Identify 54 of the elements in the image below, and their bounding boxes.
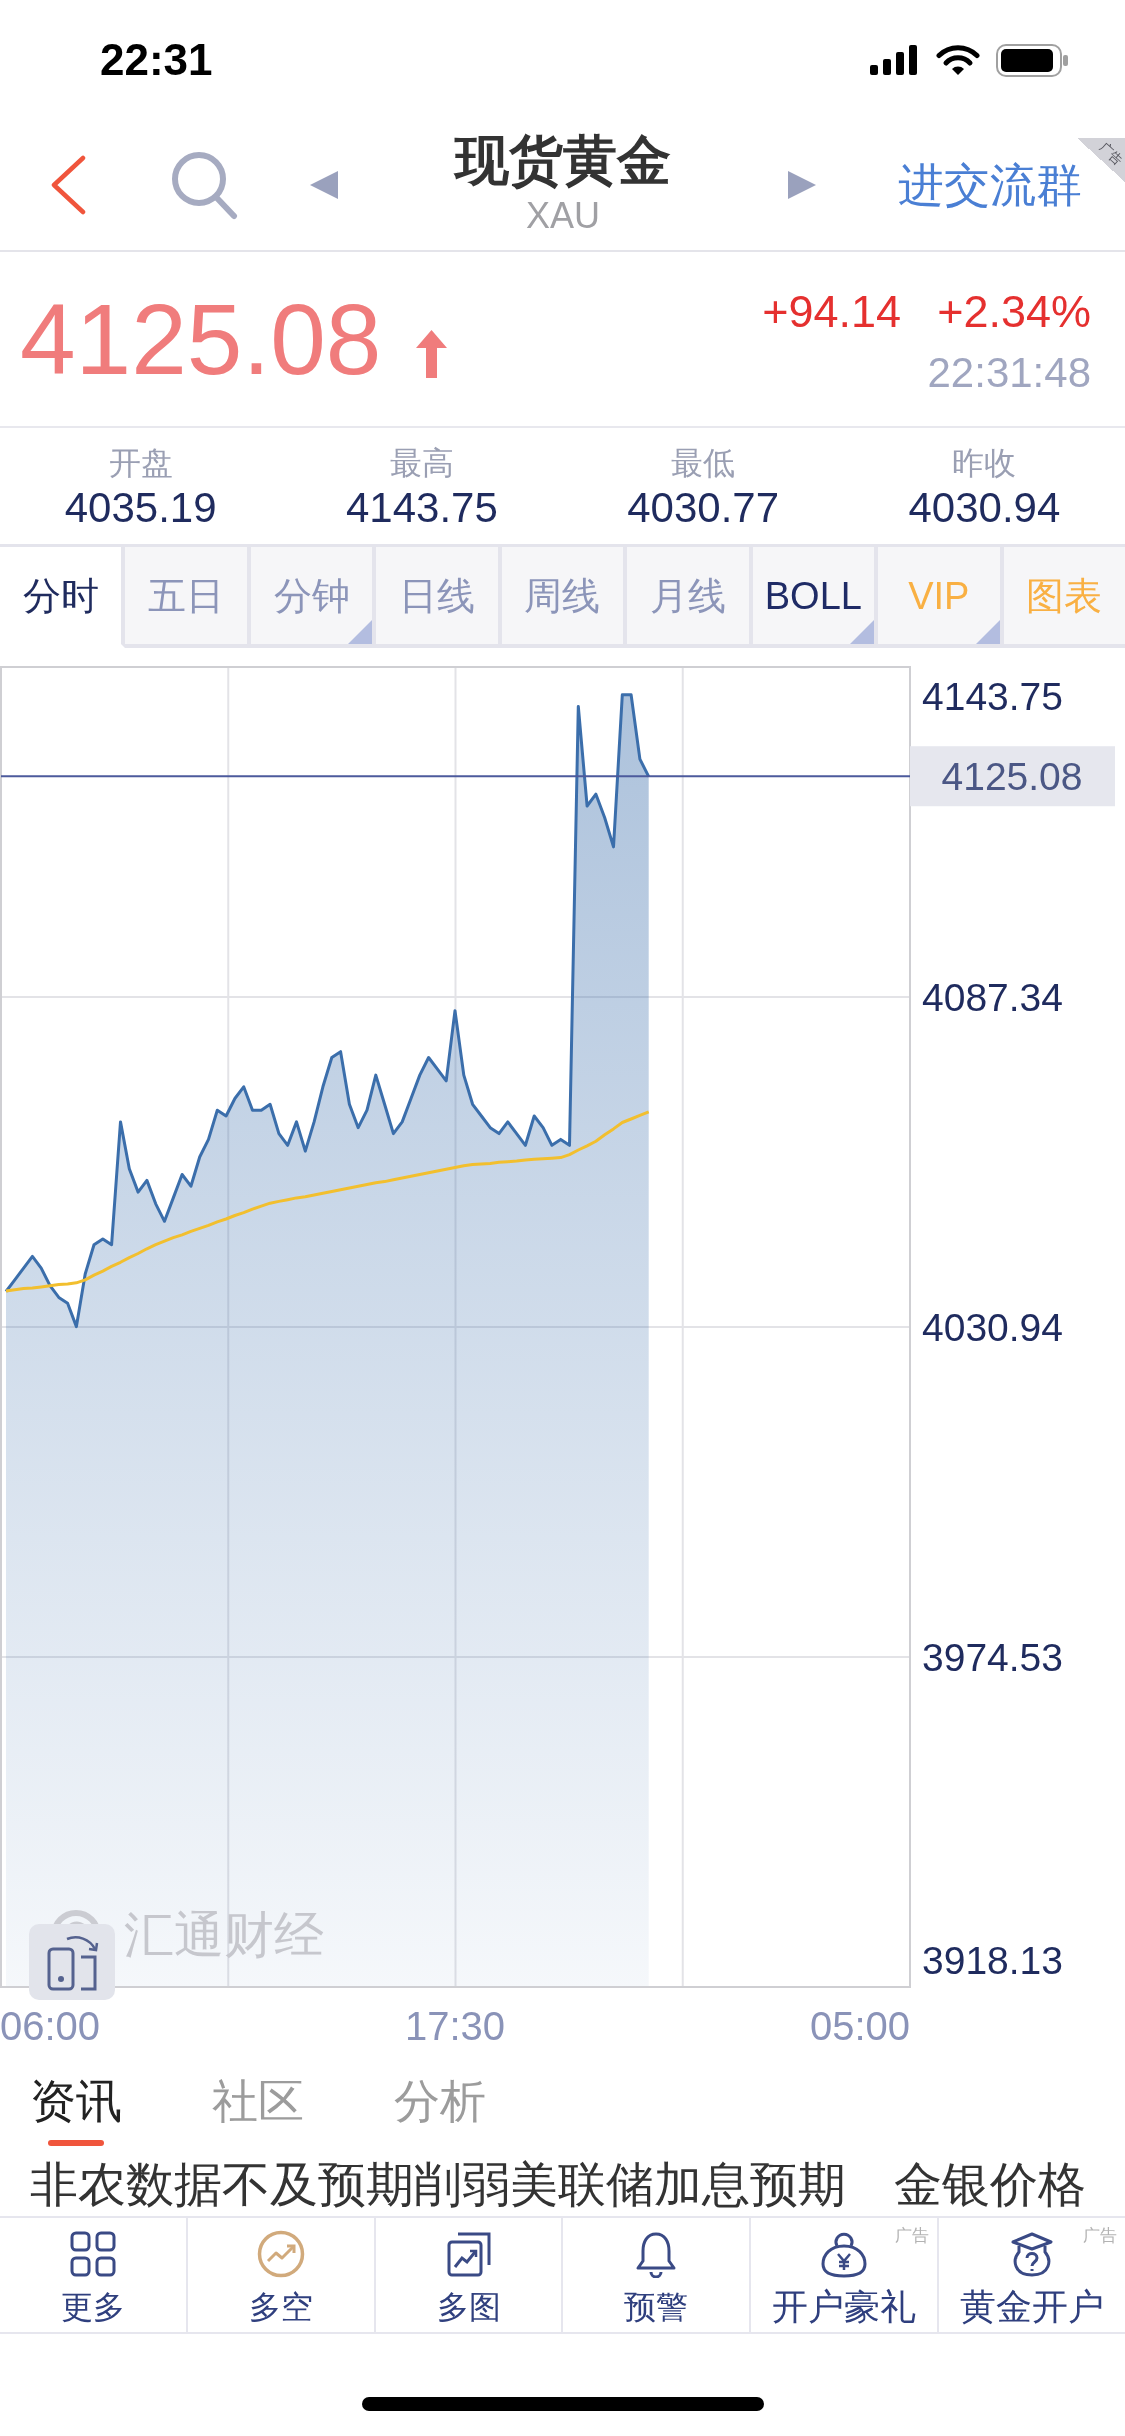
page-title: 现货黄金	[455, 130, 671, 190]
change-value: +94.14	[762, 286, 902, 338]
bottom-nav-button[interactable]: 广告 开户豪礼	[749, 2218, 938, 2332]
chart-tab[interactable]: 五日	[125, 547, 251, 648]
news-tab[interactable]: 分析	[394, 2076, 486, 2150]
y-axis-label: 3974.53	[922, 1635, 1063, 1679]
current-price-tag: 4125.08	[910, 746, 1115, 807]
stat-label: 最高	[389, 445, 454, 481]
x-axis-label: 05:00	[809, 2004, 911, 2048]
bottom-nav-button[interactable]: 多空	[185, 2218, 374, 2332]
bottom-nav-button[interactable]: 更多	[0, 2218, 186, 2332]
chart-tab[interactable]: 周线	[501, 547, 628, 648]
price-value: 4125.08	[20, 284, 382, 394]
change-percent: +2.34%	[937, 286, 1091, 338]
chart-tab[interactable]: 月线	[627, 547, 753, 648]
y-axis-label: 4143.75	[922, 674, 1063, 718]
signal-icon	[870, 45, 920, 75]
search-icon	[170, 150, 238, 220]
bottom-nav-button[interactable]: 广告 黄金开户	[937, 2218, 1125, 2332]
stat-value: 4035.19	[64, 485, 217, 531]
symbol-code: XAU	[526, 196, 600, 236]
stat-value: 4030.77	[627, 485, 780, 531]
y-axis-label: 4087.34	[922, 975, 1063, 1019]
ad-tag: 广告	[1082, 2226, 1117, 2246]
x-axis-label: 17:30	[404, 2004, 506, 2048]
caret-right-icon	[787, 170, 817, 200]
chart-tab[interactable]: BOLL	[752, 547, 879, 648]
trend-circle-icon	[256, 2230, 305, 2278]
ad-tag: 广告	[895, 2226, 930, 2246]
news-tab[interactable]: 社区	[212, 2076, 304, 2150]
stat-value: 4030.94	[908, 485, 1061, 531]
ref-line-label: 4125.08	[941, 754, 1083, 798]
grid-icon	[68, 2230, 117, 2278]
news-tab[interactable]: 资讯	[30, 2076, 122, 2150]
stat-label: 开盘	[108, 445, 173, 481]
wifi-icon	[936, 44, 980, 76]
y-axis-label: 3918.13	[922, 1938, 1063, 1982]
rotate-screen-button[interactable]	[29, 1924, 115, 2000]
stat-label: 昨收	[952, 445, 1017, 481]
bottom-nav-button[interactable]: 预警	[561, 2218, 750, 2332]
quote-time: 22:31:48	[927, 348, 1091, 398]
x-axis-label: 06:00	[0, 2004, 101, 2048]
news-headline: 非农数据不及预期削弱美联储加息预期 金银价格	[30, 2158, 1087, 2212]
stat-label: 最低	[671, 445, 736, 481]
y-axis-label: 4030.94	[922, 1305, 1063, 1349]
stat-value: 4143.75	[345, 485, 498, 531]
chart-tab[interactable]: 分钟	[250, 547, 377, 648]
battery-icon	[996, 43, 1069, 77]
chevron-left-icon	[50, 155, 86, 215]
money-bag-icon	[820, 2230, 869, 2278]
caret-left-icon	[309, 170, 339, 200]
status-time: 22:31	[100, 38, 213, 82]
bottom-nav-button[interactable]: 多图	[373, 2218, 562, 2332]
chart-tab[interactable]: 日线	[376, 547, 502, 648]
